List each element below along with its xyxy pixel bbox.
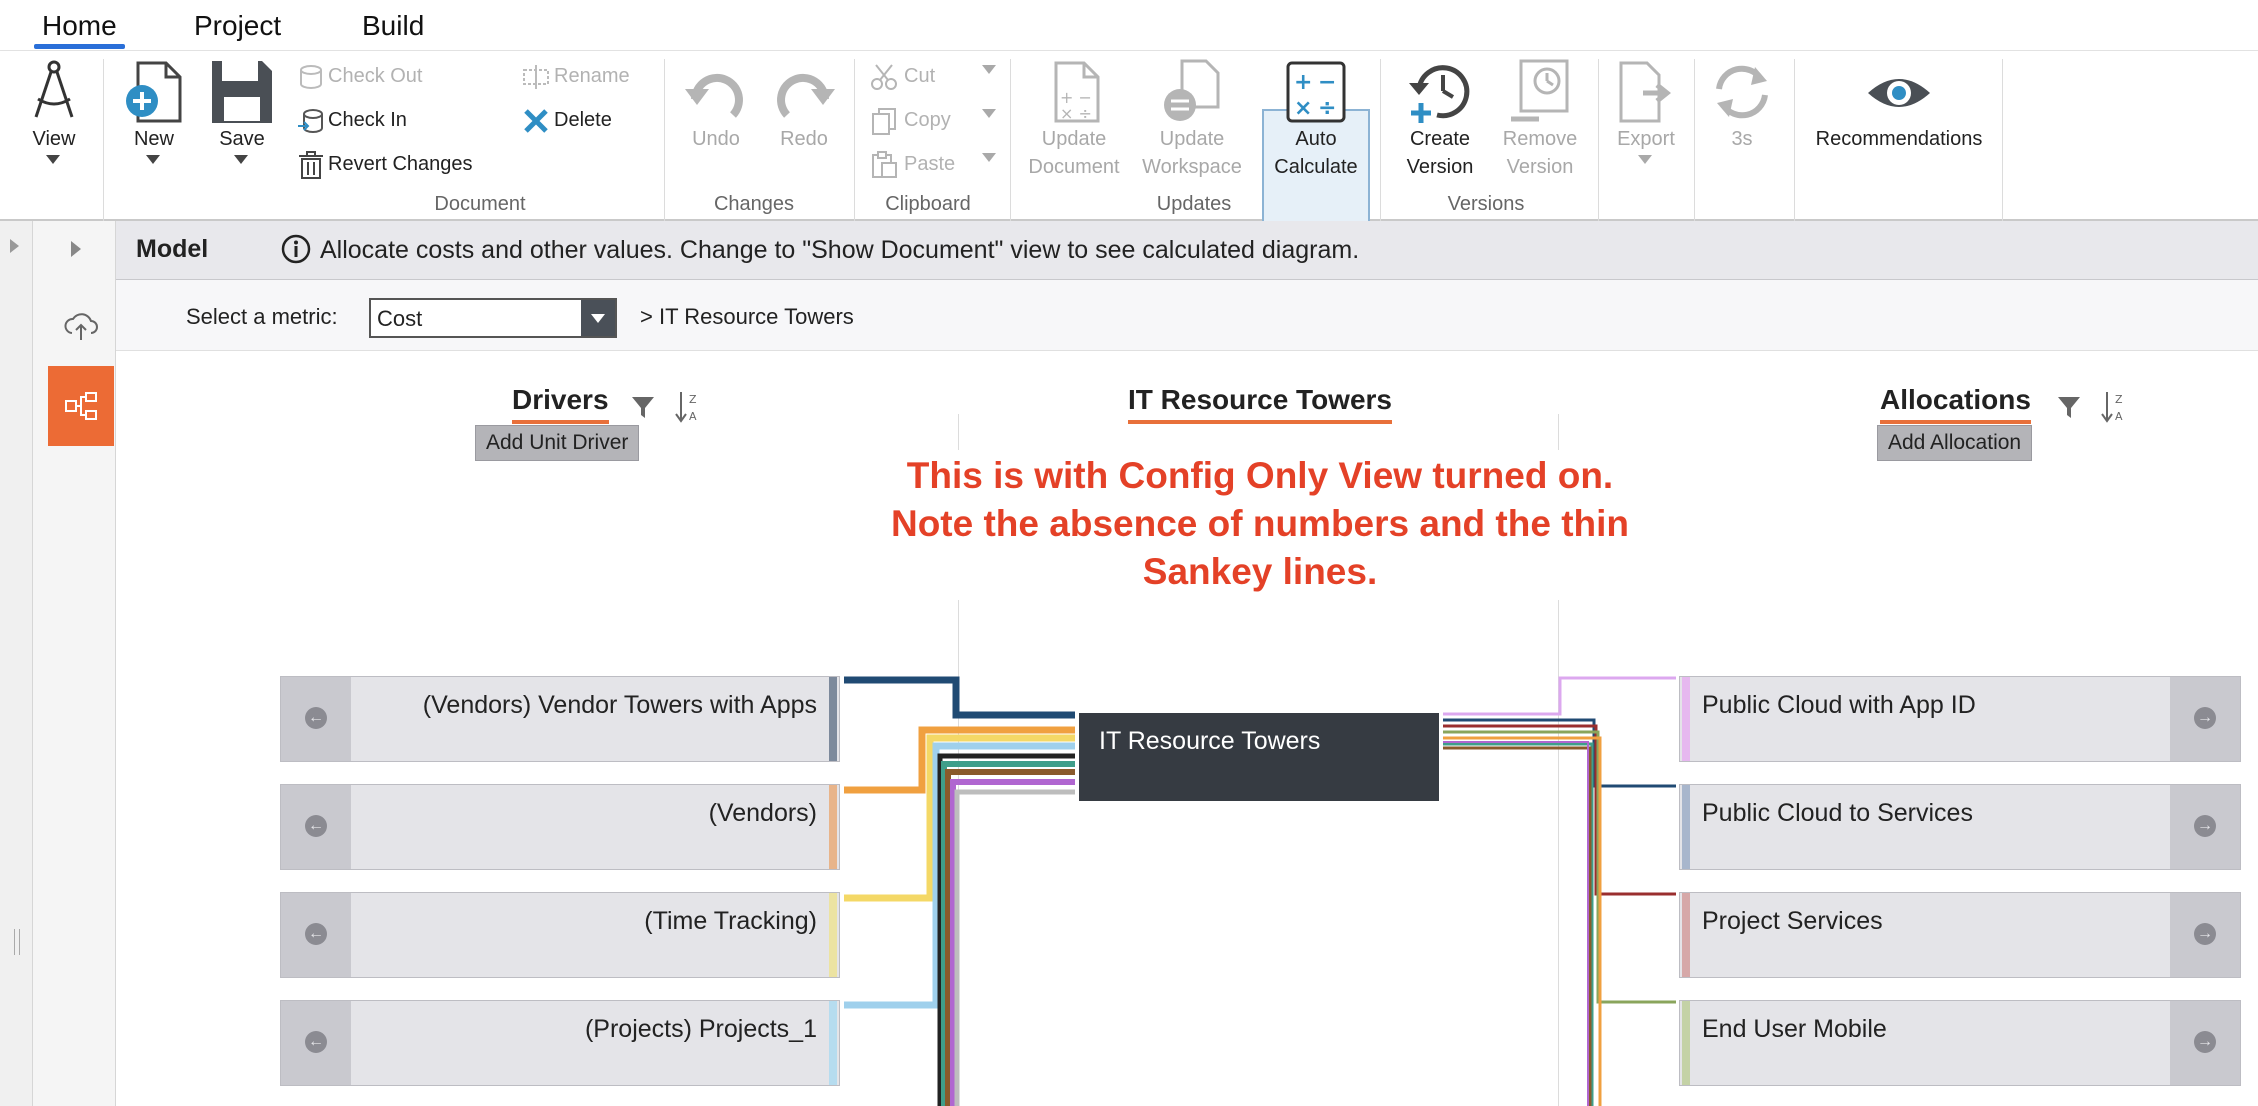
- flow-line-navy: [1443, 718, 1676, 788]
- driver-node-back-button[interactable]: ←: [281, 893, 351, 977]
- allocation-node[interactable]: Public Cloud to Services →: [1679, 784, 2241, 870]
- arrow-right-icon: →: [2194, 1031, 2216, 1053]
- flow-line-teal: [941, 761, 1075, 1106]
- flow-line-olive: [1443, 730, 1676, 1004]
- arrow-left-icon: ←: [305, 707, 327, 729]
- allocation-node-forward-button[interactable]: →: [2170, 785, 2240, 869]
- arrow-right-icon: →: [2194, 707, 2216, 729]
- driver-node-back-button[interactable]: ←: [281, 785, 351, 869]
- allocation-node[interactable]: End User Mobile →: [1679, 1000, 2241, 1086]
- flow-line-gray: [954, 789, 1075, 1106]
- arrow-right-icon: →: [2194, 815, 2216, 837]
- driver-node-color-bar: [829, 893, 837, 977]
- flow-line-purple: [950, 779, 1075, 1106]
- driver-node-back-button[interactable]: ←: [281, 677, 351, 761]
- allocation-node-label: Project Services: [1702, 907, 1883, 935]
- flow-line-orange: [1443, 736, 1602, 1106]
- allocation-node[interactable]: Project Services →: [1679, 892, 2241, 978]
- driver-node-label: (Projects) Projects_1: [584, 1015, 817, 1043]
- arrow-left-icon: ←: [305, 1031, 327, 1053]
- allocation-node-forward-button[interactable]: →: [2170, 677, 2240, 761]
- allocation-node-label: Public Cloud to Services: [1702, 799, 1973, 827]
- driver-node-color-bar: [829, 677, 837, 761]
- driver-node-color-bar: [829, 1001, 837, 1085]
- driver-node-color-bar: [829, 785, 837, 869]
- driver-node-label: (Vendors) Vendor Towers with Apps: [422, 691, 817, 719]
- flow-line-dark-red: [1443, 724, 1676, 896]
- driver-node[interactable]: ← (Time Tracking): [280, 892, 840, 978]
- driver-node[interactable]: ← (Projects) Projects_1: [280, 1000, 840, 1086]
- allocation-node-color-bar: [1682, 1001, 1690, 1085]
- allocation-node-color-bar: [1682, 677, 1690, 761]
- allocation-node-label: End User Mobile: [1702, 1015, 1887, 1043]
- driver-node-label: (Vendors): [708, 799, 817, 827]
- allocation-node-color-bar: [1682, 893, 1690, 977]
- allocation-node-label: Public Cloud with App ID: [1702, 691, 1976, 719]
- arrow-left-icon: ←: [305, 923, 327, 945]
- center-node-label: IT Resource Towers: [1099, 727, 1321, 755]
- flow-line-brown: [945, 769, 1075, 1106]
- allocation-node[interactable]: Public Cloud with App ID →: [1679, 676, 2241, 762]
- center-node-it-resource-towers[interactable]: IT Resource Towers: [1079, 713, 1439, 801]
- flow-line-teal: [1443, 742, 1594, 1106]
- allocation-node-forward-button[interactable]: →: [2170, 1001, 2240, 1085]
- driver-node-back-button[interactable]: ←: [281, 1001, 351, 1085]
- driver-node[interactable]: ← (Vendors): [280, 784, 840, 870]
- arrow-right-icon: →: [2194, 923, 2216, 945]
- allocation-node-forward-button[interactable]: →: [2170, 893, 2240, 977]
- arrow-left-icon: ←: [305, 815, 327, 837]
- driver-node[interactable]: ← (Vendors) Vendor Towers with Apps: [280, 676, 840, 762]
- flow-line-brown: [1443, 746, 1592, 1106]
- flow-line-purple: [1443, 741, 1589, 1106]
- allocation-node-color-bar: [1682, 785, 1690, 869]
- driver-node-label: (Time Tracking): [644, 907, 817, 935]
- flow-line-navy: [844, 676, 1075, 719]
- flow-line-pink: [1443, 676, 1676, 716]
- flow-line-dark: [937, 753, 1075, 1106]
